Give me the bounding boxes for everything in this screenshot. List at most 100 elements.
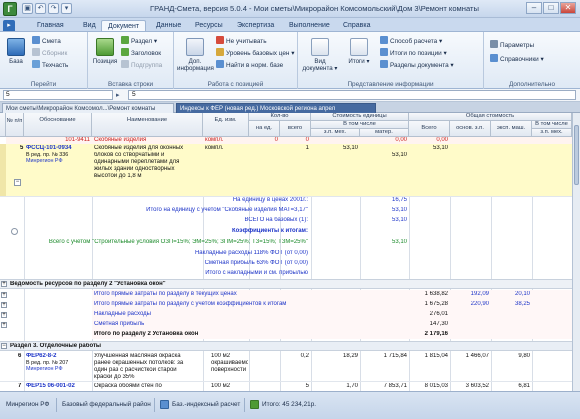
col-header-naimenovanie: Наименование [92,113,203,137]
uroven-cen-button[interactable]: Уровень базовых цен ▾ [216,48,294,58]
summary-smetnaya-pribyl: Сметная прибыль 63% ФОТ (от 0,00) [204,260,308,266]
coeff-toggle-icon[interactable] [11,228,18,235]
header-icon [121,48,129,56]
cell-r6-obosnovanie[interactable]: ФЕР62-8-2 [26,353,91,360]
status-calc-method[interactable]: Баз.-индексный расчет [172,401,240,408]
doc-tab-indeksy[interactable]: Индексы к ФЕР (новая ред.) Московской ре… [176,103,376,113]
cell-r6-name-line2: ранее окрашенных потолков: за [94,360,184,366]
total-pryamye-koef-vsego: 1 675,28 [424,301,448,307]
spravochniki-button[interactable]: Справочники ▾ [490,54,544,64]
naiti-v-baze-button[interactable]: Найти в норм. базе [216,60,283,70]
price-level-icon [216,48,224,56]
cell-r1-ed: компл. [205,145,224,151]
group-extra: Параметры Справочники ▾ Дополнительно [484,32,580,90]
total-icon [250,400,259,409]
cell-r0-ed: компл. [205,137,224,143]
itogi-po-pozicii-button[interactable]: Итоги по позиции ▾ [380,48,447,58]
cell-r6-name-line4: краски до 35% [94,374,135,380]
redo-icon[interactable]: ↷ [48,3,59,14]
itogi-button[interactable]: Итоги ▾ [344,38,374,65]
total-smetnaya-pribyl-vsego: 147,30 [429,321,448,327]
expand-icon[interactable]: + [1,312,7,318]
cell-r0-na-ed: 0 [274,137,278,143]
minimize-button[interactable]: – [526,2,542,14]
settings-icon [490,40,498,48]
podgruppa-button[interactable]: Подгруппа [121,60,162,70]
cell-r1-mater: 53,10 [391,152,407,158]
cell-r7-obosnovanie[interactable]: ФЕР15 06-001-02 [26,383,91,390]
total-pryamye-tekushie-osn: 192,09 [470,291,489,297]
cell-r6-kolvo: 0,2 [300,353,309,359]
quick-access-menu-icon[interactable]: ▾ [61,3,72,14]
cell-r6-ed-line1: 100 м2 [211,353,231,359]
maximize-button[interactable]: □ [543,2,559,14]
expand-icon[interactable]: + [1,322,7,328]
col-header-v-tom-chisle2: В том числе [532,121,572,129]
parametry-button[interactable]: Параметры [490,40,534,50]
group-position-label: Работа с позицией [207,81,264,88]
ribbon: База Смета Сборник Техчасть Перейти Пози… [0,31,580,90]
razdely-documenta-button[interactable]: Разделы документа ▾ [380,60,454,70]
cell-r6-zp: 18,29 [342,353,358,359]
undo-icon[interactable]: ↶ [35,3,46,14]
cell-value-field[interactable]: 5 [128,90,576,100]
col-header-zp-meh: з.п. мех. [311,129,360,137]
collapse-toggle[interactable]: − [14,179,21,186]
col-header-obshaya: Общая стоимость [409,113,572,121]
summary-itogo-na-edinicu-value: 53,10 [391,207,407,213]
pozicia-button[interactable]: Позиция [91,38,119,65]
close-button[interactable]: ✕ [560,2,576,14]
cell-r6-name-line1: Улучшенная масляная окраска [94,353,181,359]
document-icon [32,36,40,44]
vid-documenta-button[interactable]: Вид документа ▾ [302,38,338,72]
total-smetnaya-pribyl: Сметная прибыль [94,321,145,327]
quick-save-icon[interactable]: ▣ [22,3,33,14]
status-bar: Минрегион РФ Базовый федеральный район Б… [0,391,580,419]
col-header-vsego3: Всего [409,121,450,137]
cell-r7-ed: 100 м2 [211,383,231,389]
collapse-icon[interactable]: − [1,343,7,349]
col-header-mater: матер. [360,129,409,137]
total-nakladnye: Накладные расходы [94,311,151,317]
subgroup-icon [121,60,129,68]
cell-r6-no: 6 [18,353,22,359]
group-insert: Позиция Раздел ▾ Заголовок Подгруппа Вст… [88,32,174,90]
smeta-button[interactable]: Смета [32,36,61,46]
cell-r6-ed-line2: окрашиваемой [211,360,248,366]
dop-info-button[interactable]: Доп. информация [177,38,214,72]
razdel-button[interactable]: Раздел ▾ [121,36,157,46]
total-nakladnye-vsego: 276,01 [429,311,448,317]
cell-r1-name-line2: блоков со створчатыми и [94,152,165,158]
cell-r7-zp: 1,70 [346,383,358,389]
cell-r7-name: Окраска обоями стен по [94,383,162,389]
ne-uchityvat-button[interactable]: Не учитывать [216,36,267,46]
cell-r1-name-line3: одинарными переплетами для [94,159,180,165]
cell-r7-osn: 3 603,52 [465,383,489,389]
section-icon [121,36,129,44]
expand-icon[interactable]: + [1,302,7,308]
zagolovok-button[interactable]: Заголовок [121,48,161,58]
sposob-rascheta-button[interactable]: Способ расчета ▾ [380,36,442,46]
base-button[interactable]: База [4,38,28,65]
summary-koefficienty[interactable]: Коэффициенты к итогам: [94,228,308,235]
expand-icon[interactable]: + [1,292,7,298]
summary-vsego-na-bazovyh: ВСЕГО на базовых (1): [244,217,308,223]
sbornik-button[interactable]: Сборник [32,48,67,58]
total-pryamye-tekushie-vsego: 1 638,82 [424,291,448,297]
expand-icon[interactable]: + [1,281,7,287]
tech-part-icon [32,60,40,68]
scrollbar-thumb[interactable] [574,125,579,185]
app-icon[interactable]: Г [3,2,17,16]
group-info-label: Представление информации [347,81,434,88]
section-3-title: Раздел 3. Отделочные работы [10,343,102,349]
cell-reference-field[interactable]: 5 [3,90,113,100]
cell-r1-obosnovanie[interactable]: ФССЦ-101-0934 [26,145,91,152]
document-tabs: Мои сметы\Микрорайон Комсомол...\Ремонт … [0,102,580,113]
doc-tab-remont[interactable]: Мои сметы\Микрорайон Комсомол...\Ремонт … [2,103,174,113]
section-resources-title: Ведомость ресурсов по разделу 2 "Установ… [10,281,166,287]
group-go-label: Перейти [30,81,57,88]
tehchast-button[interactable]: Техчасть [32,60,68,70]
exclude-icon [216,36,224,44]
position-totals-icon [380,48,388,56]
vertical-scrollbar[interactable] [572,113,580,391]
